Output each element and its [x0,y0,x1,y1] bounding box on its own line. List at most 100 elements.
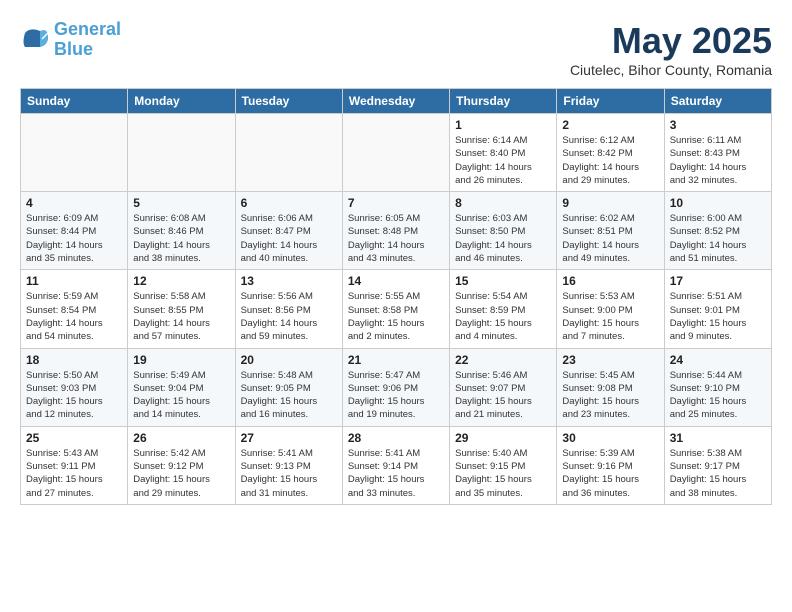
day-number: 19 [133,353,229,367]
day-number: 27 [241,431,337,445]
day-number: 10 [670,196,766,210]
day-number: 23 [562,353,658,367]
logo: General Blue [20,20,121,60]
calendar-cell: 17Sunrise: 5:51 AM Sunset: 9:01 PM Dayli… [664,270,771,348]
calendar-week-row: 25Sunrise: 5:43 AM Sunset: 9:11 PM Dayli… [21,426,772,504]
day-number: 4 [26,196,122,210]
day-info: Sunrise: 5:58 AM Sunset: 8:55 PM Dayligh… [133,290,229,343]
calendar-cell: 16Sunrise: 5:53 AM Sunset: 9:00 PM Dayli… [557,270,664,348]
calendar-cell: 28 Sunrise: 5:41 AM Sunset: 9:14 PM Dayli… [342,426,449,504]
logo-text: General Blue [54,20,121,60]
weekday-header: Thursday [450,89,557,114]
day-info: Sunrise: 5:47 AM Sunset: 9:06 PM Dayligh… [348,369,444,422]
calendar-cell [21,114,128,192]
calendar-cell: 8 Sunrise: 6:03 AM Sunset: 8:50 PM Daylig… [450,192,557,270]
calendar-cell: 29 Sunrise: 5:40 AM Sunset: 9:15 PM Dayli… [450,426,557,504]
calendar-cell: 7Sunrise: 6:05 AM Sunset: 8:48 PM Daylig… [342,192,449,270]
calendar-cell: 27 Sunrise: 5:41 AM Sunset: 9:13 PM Dayli… [235,426,342,504]
day-number: 15 [455,274,551,288]
day-number: 18 [26,353,122,367]
day-info: Sunrise: 5:55 AM Sunset: 8:58 PM Dayligh… [348,290,444,343]
day-info: Sunrise: 6:08 AM Sunset: 8:46 PM Dayligh… [133,212,229,265]
calendar-cell: 22 Sunrise: 5:46 AM Sunset: 9:07 PM Dayli… [450,348,557,426]
day-info: Sunrise: 5:44 AM Sunset: 9:10 PM Dayligh… [670,369,766,422]
calendar-cell: 21 Sunrise: 5:47 AM Sunset: 9:06 PM Dayli… [342,348,449,426]
calendar-cell: 23Sunrise: 5:45 AM Sunset: 9:08 PM Dayli… [557,348,664,426]
weekday-header: Saturday [664,89,771,114]
weekday-header: Sunday [21,89,128,114]
calendar-cell: 3Sunrise: 6:11 AM Sunset: 8:43 PM Daylig… [664,114,771,192]
day-number: 26 [133,431,229,445]
calendar-header-row: SundayMondayTuesdayWednesdayThursdayFrid… [21,89,772,114]
day-number: 16 [562,274,658,288]
calendar-cell: 25Sunrise: 5:43 AM Sunset: 9:11 PM Dayli… [21,426,128,504]
day-info: Sunrise: 5:40 AM Sunset: 9:15 PM Dayligh… [455,447,551,500]
day-number: 9 [562,196,658,210]
day-info: Sunrise: 5:50 AM Sunset: 9:03 PM Dayligh… [26,369,122,422]
day-number: 8 [455,196,551,210]
day-info: Sunrise: 5:46 AM Sunset: 9:07 PM Dayligh… [455,369,551,422]
calendar-cell: 2 Sunrise: 6:12 AM Sunset: 8:42 PM Daylig… [557,114,664,192]
day-info: Sunrise: 6:11 AM Sunset: 8:43 PM Dayligh… [670,134,766,187]
calendar-cell: 14 Sunrise: 5:55 AM Sunset: 8:58 PM Dayli… [342,270,449,348]
day-info: Sunrise: 5:38 AM Sunset: 9:17 PM Dayligh… [670,447,766,500]
day-number: 31 [670,431,766,445]
day-info: Sunrise: 5:48 AM Sunset: 9:05 PM Dayligh… [241,369,337,422]
title-area: May 2025 Ciutelec, Bihor County, Romania [570,20,772,78]
day-number: 11 [26,274,122,288]
calendar: SundayMondayTuesdayWednesdayThursdayFrid… [20,88,772,505]
calendar-cell: 18 Sunrise: 5:50 AM Sunset: 9:03 PM Dayli… [21,348,128,426]
day-info: Sunrise: 5:59 AM Sunset: 8:54 PM Dayligh… [26,290,122,343]
day-number: 7 [348,196,444,210]
day-info: Sunrise: 5:41 AM Sunset: 9:14 PM Dayligh… [348,447,444,500]
calendar-week-row: 11 Sunrise: 5:59 AM Sunset: 8:54 PM Dayli… [21,270,772,348]
day-number: 21 [348,353,444,367]
calendar-cell: 26 Sunrise: 5:42 AM Sunset: 9:12 PM Dayli… [128,426,235,504]
day-info: Sunrise: 5:54 AM Sunset: 8:59 PM Dayligh… [455,290,551,343]
calendar-cell: 11 Sunrise: 5:59 AM Sunset: 8:54 PM Dayli… [21,270,128,348]
day-number: 24 [670,353,766,367]
day-number: 13 [241,274,337,288]
month-title: May 2025 [570,20,772,62]
day-info: Sunrise: 6:12 AM Sunset: 8:42 PM Dayligh… [562,134,658,187]
day-info: Sunrise: 5:51 AM Sunset: 9:01 PM Dayligh… [670,290,766,343]
calendar-cell: 6 Sunrise: 6:06 AM Sunset: 8:47 PM Daylig… [235,192,342,270]
day-number: 2 [562,118,658,132]
day-number: 28 [348,431,444,445]
day-number: 30 [562,431,658,445]
day-number: 25 [26,431,122,445]
calendar-week-row: 1 Sunrise: 6:14 AM Sunset: 8:40 PM Daylig… [21,114,772,192]
page: General Blue May 2025 Ciutelec, Bihor Co… [0,0,792,515]
location: Ciutelec, Bihor County, Romania [570,62,772,78]
day-number: 29 [455,431,551,445]
day-number: 22 [455,353,551,367]
calendar-cell: 10 Sunrise: 6:00 AM Sunset: 8:52 PM Dayli… [664,192,771,270]
day-number: 6 [241,196,337,210]
calendar-cell: 5 Sunrise: 6:08 AM Sunset: 8:46 PM Daylig… [128,192,235,270]
calendar-cell: 4Sunrise: 6:09 AM Sunset: 8:44 PM Daylig… [21,192,128,270]
calendar-cell [342,114,449,192]
calendar-cell: 9Sunrise: 6:02 AM Sunset: 8:51 PM Daylig… [557,192,664,270]
calendar-cell: 13Sunrise: 5:56 AM Sunset: 8:56 PM Dayli… [235,270,342,348]
day-number: 14 [348,274,444,288]
logo-icon [20,25,50,55]
calendar-week-row: 4Sunrise: 6:09 AM Sunset: 8:44 PM Daylig… [21,192,772,270]
day-info: Sunrise: 6:00 AM Sunset: 8:52 PM Dayligh… [670,212,766,265]
day-info: Sunrise: 6:06 AM Sunset: 8:47 PM Dayligh… [241,212,337,265]
calendar-cell: 24 Sunrise: 5:44 AM Sunset: 9:10 PM Dayli… [664,348,771,426]
calendar-cell: 1 Sunrise: 6:14 AM Sunset: 8:40 PM Daylig… [450,114,557,192]
calendar-cell: 30 Sunrise: 5:39 AM Sunset: 9:16 PM Dayli… [557,426,664,504]
weekday-header: Tuesday [235,89,342,114]
day-info: Sunrise: 5:41 AM Sunset: 9:13 PM Dayligh… [241,447,337,500]
day-info: Sunrise: 6:14 AM Sunset: 8:40 PM Dayligh… [455,134,551,187]
day-info: Sunrise: 5:42 AM Sunset: 9:12 PM Dayligh… [133,447,229,500]
day-number: 12 [133,274,229,288]
day-number: 1 [455,118,551,132]
calendar-cell: 15 Sunrise: 5:54 AM Sunset: 8:59 PM Dayli… [450,270,557,348]
header: General Blue May 2025 Ciutelec, Bihor Co… [20,20,772,78]
day-number: 5 [133,196,229,210]
calendar-cell [128,114,235,192]
day-info: Sunrise: 6:03 AM Sunset: 8:50 PM Dayligh… [455,212,551,265]
calendar-cell: 31 Sunrise: 5:38 AM Sunset: 9:17 PM Dayli… [664,426,771,504]
day-info: Sunrise: 5:39 AM Sunset: 9:16 PM Dayligh… [562,447,658,500]
